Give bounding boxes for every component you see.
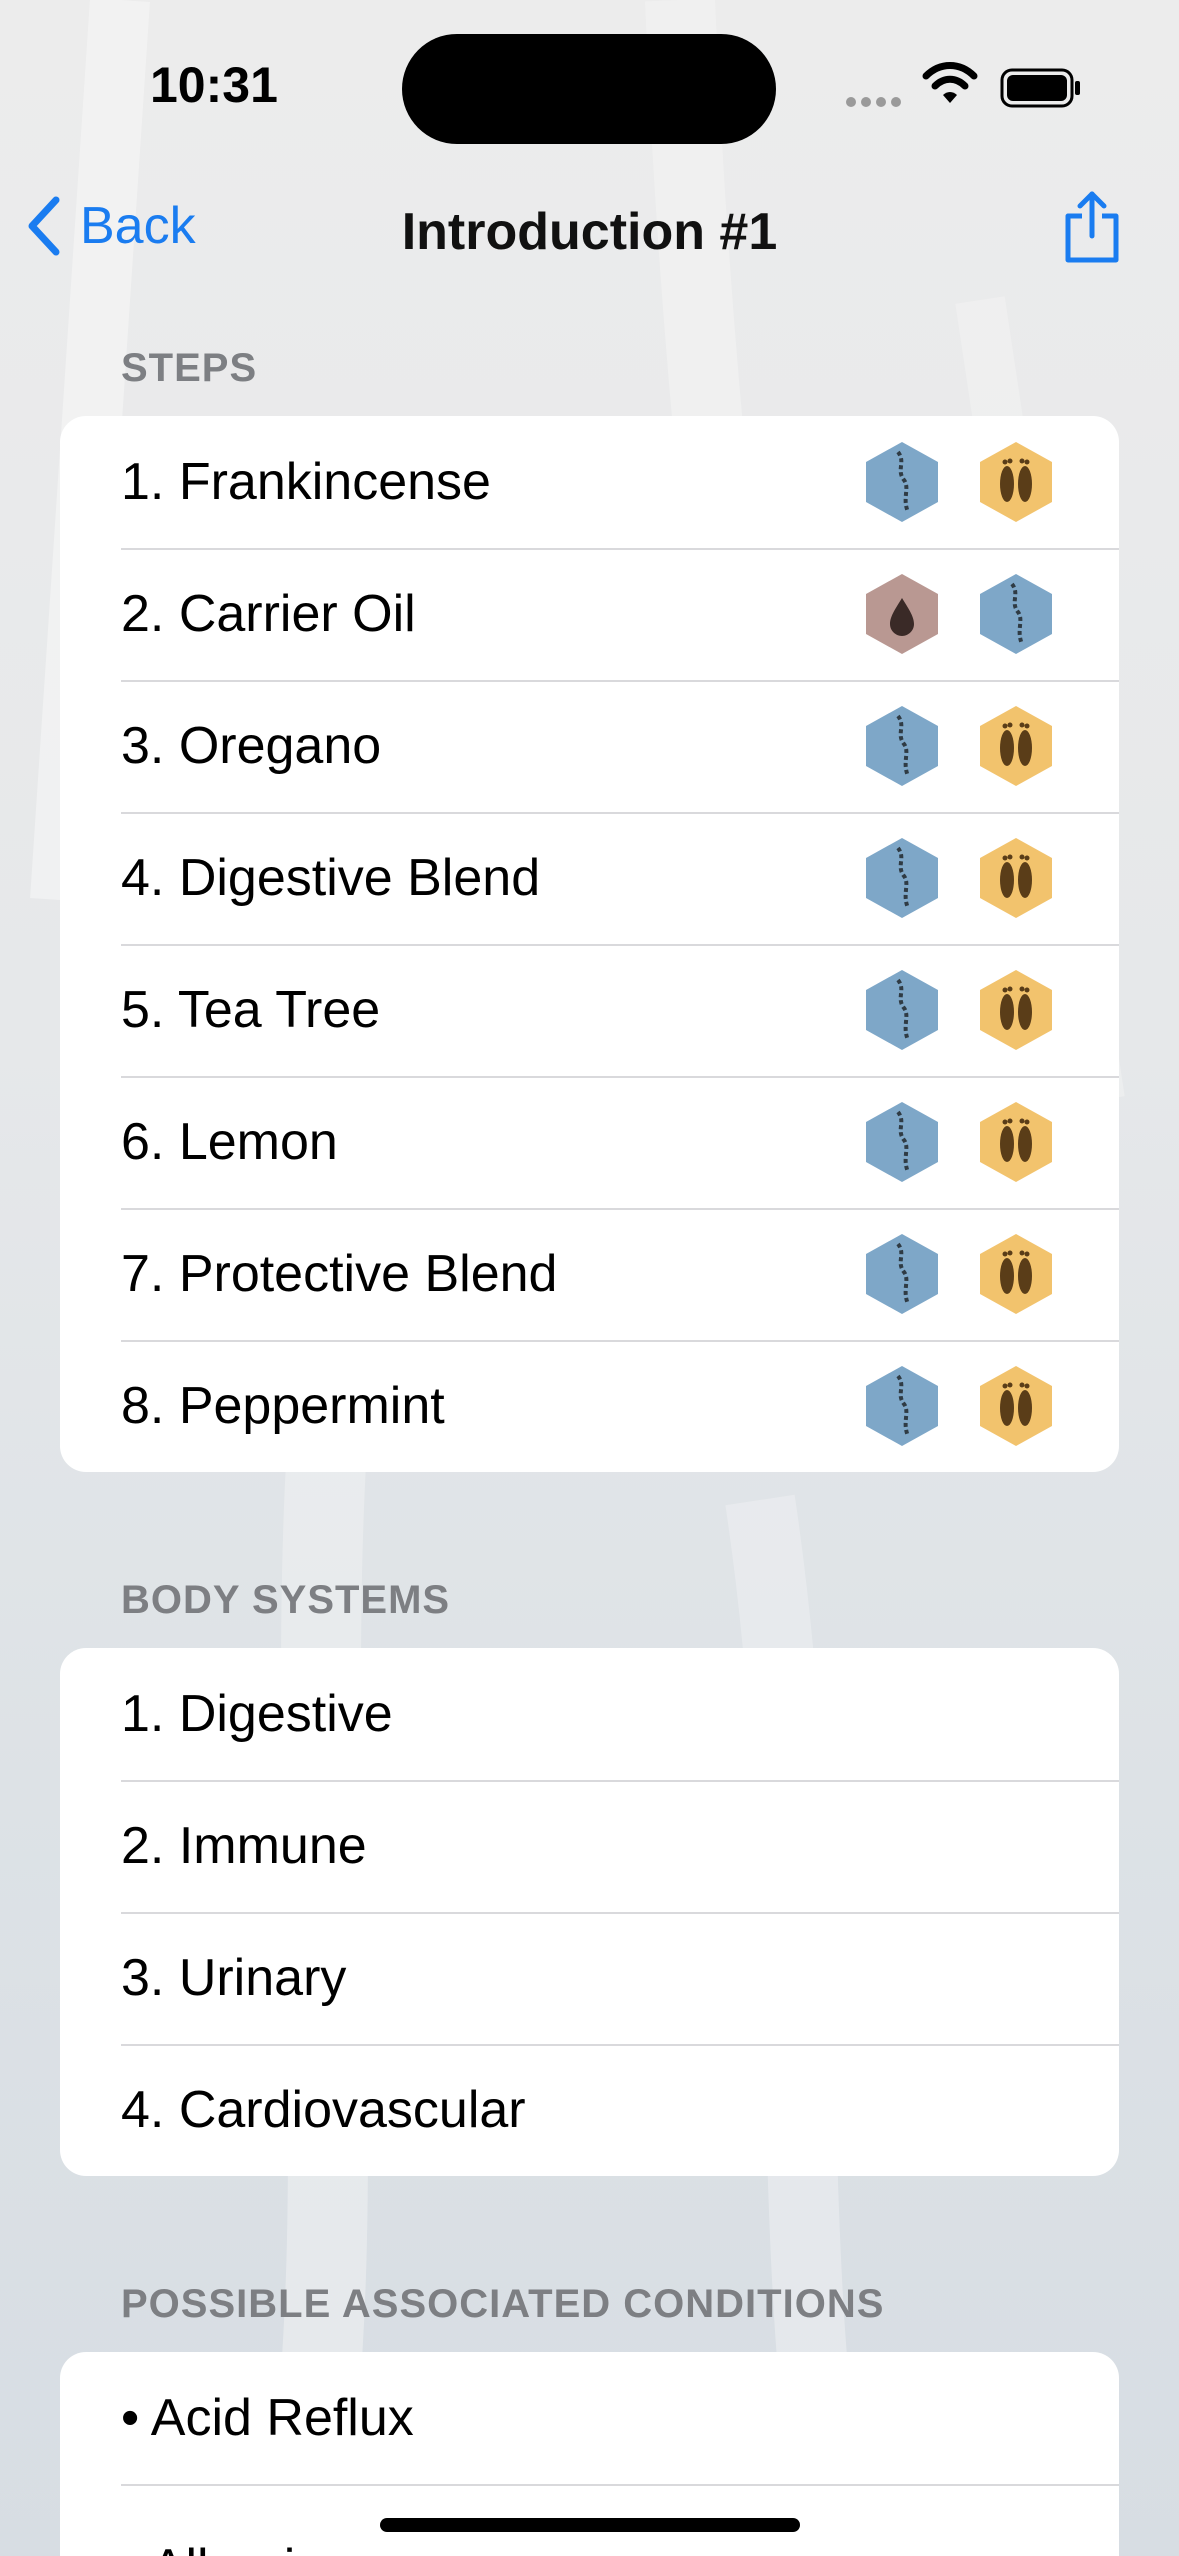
conditions-header: POSSIBLE ASSOCIATED CONDITIONS xyxy=(121,2282,885,2326)
feet-icon xyxy=(976,1364,1056,1448)
spine-icon xyxy=(862,836,942,920)
drop-icon xyxy=(862,572,942,656)
condition-label: • Acid Reflux xyxy=(121,2389,414,2447)
list-item[interactable]: 8. Peppermint xyxy=(60,1340,1119,1472)
list-item[interactable]: 2. Carrier Oil xyxy=(60,548,1119,680)
dynamic-island xyxy=(402,34,776,144)
spine-icon xyxy=(862,1100,942,1184)
body-system-label: 2. Immune xyxy=(121,1817,367,1875)
body-system-label: 3. Urinary xyxy=(121,1949,347,2007)
feet-icon xyxy=(976,704,1056,788)
steps-list: 1. Frankincense 2. Carrier Oil 3. Oregan… xyxy=(60,416,1119,1472)
steps-header: STEPS xyxy=(121,346,258,390)
list-item[interactable]: 1. Digestive xyxy=(60,1648,1119,1780)
body-system-label: 1. Digestive xyxy=(121,1685,393,1743)
navigation-bar: Back Introduction #1 xyxy=(0,180,1179,280)
list-item[interactable]: 4. Cardiovascular xyxy=(60,2044,1119,2176)
battery-icon xyxy=(1000,68,1080,108)
step-label: 4. Digestive Blend xyxy=(121,849,541,907)
body-systems-list: 1. Digestive 2. Immune 3. Urinary 4. Car… xyxy=(60,1648,1119,2176)
step-label: 3. Oregano xyxy=(121,717,382,775)
spine-icon xyxy=(862,704,942,788)
feet-icon xyxy=(976,1232,1056,1316)
body-system-label: 4. Cardiovascular xyxy=(121,2081,526,2139)
step-label: 7. Protective Blend xyxy=(121,1245,558,1303)
spine-icon xyxy=(976,572,1056,656)
body-systems-header: BODY SYSTEMS xyxy=(121,1578,451,1622)
feet-icon xyxy=(976,1100,1056,1184)
share-icon[interactable] xyxy=(1060,190,1124,266)
spine-icon xyxy=(862,440,942,524)
step-label: 2. Carrier Oil xyxy=(121,585,416,643)
spine-icon xyxy=(862,1364,942,1448)
spine-icon xyxy=(862,968,942,1052)
spine-icon xyxy=(862,1232,942,1316)
list-item[interactable]: 2. Immune xyxy=(60,1780,1119,1912)
list-item[interactable]: 5. Tea Tree xyxy=(60,944,1119,1076)
step-label: 1. Frankincense xyxy=(121,453,491,511)
page-title: Introduction #1 xyxy=(401,203,778,261)
step-label: 8. Peppermint xyxy=(121,1377,445,1435)
home-indicator xyxy=(380,2518,800,2532)
condition-label: • Allergies xyxy=(121,2502,350,2556)
list-item[interactable]: 4. Digestive Blend xyxy=(60,812,1119,944)
list-item[interactable]: 1. Frankincense xyxy=(60,416,1119,548)
list-item[interactable]: 6. Lemon xyxy=(60,1076,1119,1208)
feet-icon xyxy=(976,836,1056,920)
step-label: 6. Lemon xyxy=(121,1113,338,1171)
list-item[interactable]: 7. Protective Blend xyxy=(60,1208,1119,1340)
status-time: 10:31 xyxy=(150,57,278,113)
feet-icon xyxy=(976,968,1056,1052)
wifi-icon xyxy=(922,62,978,103)
list-item[interactable]: 3. Urinary xyxy=(60,1912,1119,2044)
list-item[interactable]: • Acid Reflux xyxy=(60,2352,1119,2484)
feet-icon xyxy=(976,440,1056,524)
status-bar: 10:31 xyxy=(0,0,1179,180)
step-label: 5. Tea Tree xyxy=(121,981,381,1039)
cellular-signal-icon xyxy=(846,94,906,112)
list-item[interactable]: 3. Oregano xyxy=(60,680,1119,812)
